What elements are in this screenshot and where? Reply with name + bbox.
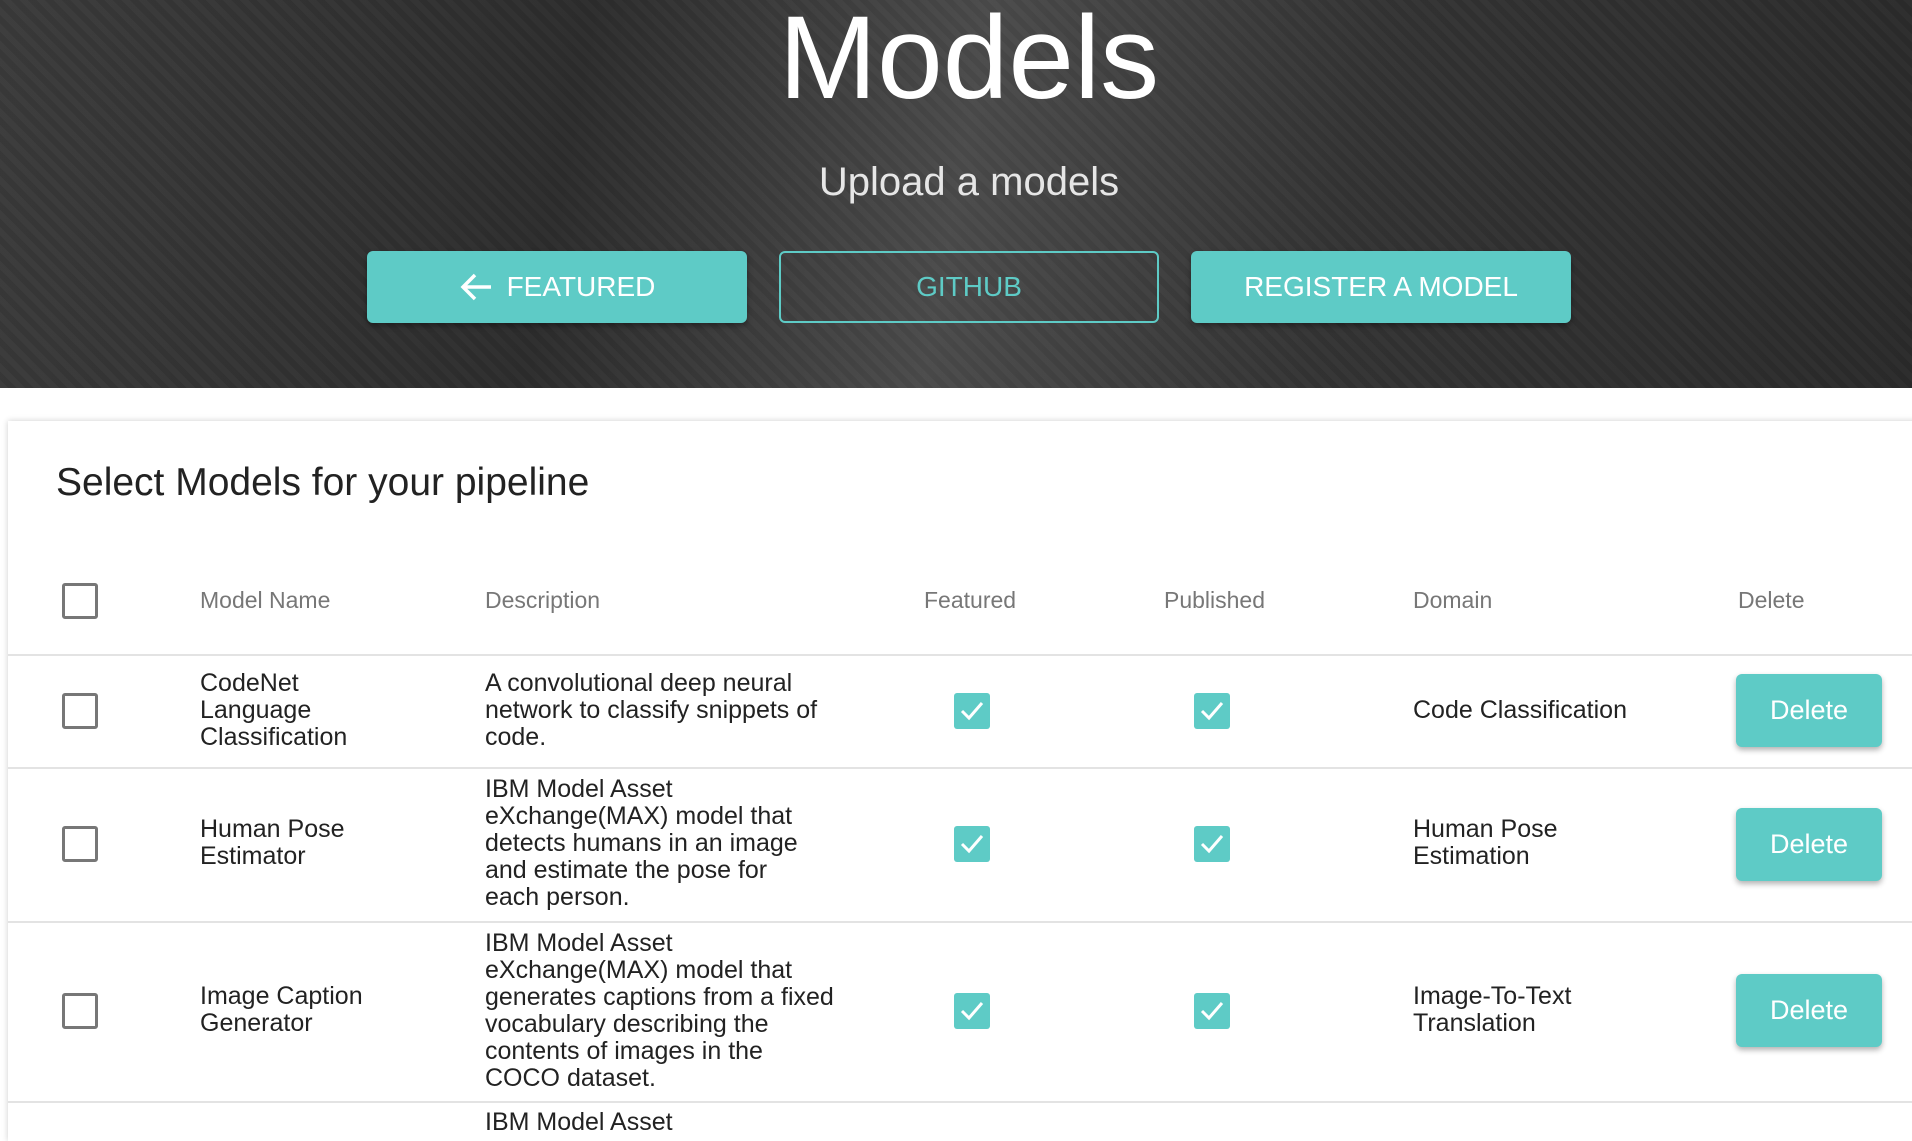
- row-checkbox[interactable]: [62, 993, 98, 1029]
- hero-banner: Models Upload a models FEATURED GITHUB R…: [0, 0, 1912, 388]
- published-checkbox[interactable]: [1194, 993, 1230, 1029]
- divider: [8, 1101, 1912, 1103]
- column-header-model-name[interactable]: Model Name: [200, 587, 330, 614]
- check-icon: [960, 835, 984, 854]
- featured-button[interactable]: FEATURED: [367, 251, 747, 323]
- model-name: Human Pose Estimator: [200, 815, 345, 870]
- select-all-checkbox[interactable]: [62, 583, 98, 619]
- delete-button[interactable]: Delete: [1736, 974, 1882, 1047]
- divider: [8, 921, 1912, 923]
- card-title: Select Models for your pipeline: [56, 461, 590, 504]
- delete-button[interactable]: Delete: [1736, 808, 1882, 881]
- published-checkbox[interactable]: [1194, 693, 1230, 729]
- model-name: Image Caption Generator: [200, 982, 363, 1037]
- featured-checkbox[interactable]: [954, 993, 990, 1029]
- models-table-card: Select Models for your pipeline Model Na…: [8, 421, 1912, 1141]
- check-icon: [1200, 702, 1224, 721]
- model-domain: Human Pose Estimation: [1413, 815, 1558, 870]
- column-header-published[interactable]: Published: [1164, 587, 1265, 614]
- model-description: A convolutional deep neural network to c…: [485, 669, 818, 751]
- model-description: IBM Model Asset eXchange(MAX) model that…: [485, 929, 834, 1092]
- published-checkbox[interactable]: [1194, 826, 1230, 862]
- featured-button-label: FEATURED: [506, 271, 656, 302]
- row-checkbox[interactable]: [62, 826, 98, 862]
- model-name: CodeNet Language Classification: [200, 669, 348, 751]
- divider: [8, 654, 1912, 656]
- page-subtitle: Upload a models: [818, 160, 1120, 204]
- column-header-featured[interactable]: Featured: [924, 587, 1016, 614]
- model-domain: Code Classification: [1413, 696, 1627, 724]
- column-header-domain[interactable]: Domain: [1413, 587, 1492, 614]
- github-button[interactable]: GITHUB: [779, 251, 1159, 323]
- check-icon: [1200, 835, 1224, 854]
- check-icon: [960, 702, 984, 721]
- delete-button[interactable]: Delete: [1736, 674, 1882, 747]
- check-icon: [1200, 1002, 1224, 1021]
- arrow-left-icon: [460, 273, 491, 301]
- featured-checkbox[interactable]: [954, 826, 990, 862]
- model-description: IBM Model Asset eXchange(MAX) model that…: [485, 775, 798, 911]
- register-model-button[interactable]: REGISTER A MODEL: [1191, 251, 1571, 323]
- featured-checkbox[interactable]: [954, 693, 990, 729]
- model-description: IBM Model Asset: [485, 1108, 673, 1136]
- check-icon: [960, 1002, 984, 1021]
- model-domain: Image-To-Text Translation: [1413, 982, 1572, 1037]
- divider: [8, 767, 1912, 769]
- column-header-delete: Delete: [1738, 587, 1805, 613]
- column-header-description[interactable]: Description: [485, 587, 600, 614]
- row-checkbox[interactable]: [62, 693, 98, 729]
- page-title: Models: [778, 0, 1160, 124]
